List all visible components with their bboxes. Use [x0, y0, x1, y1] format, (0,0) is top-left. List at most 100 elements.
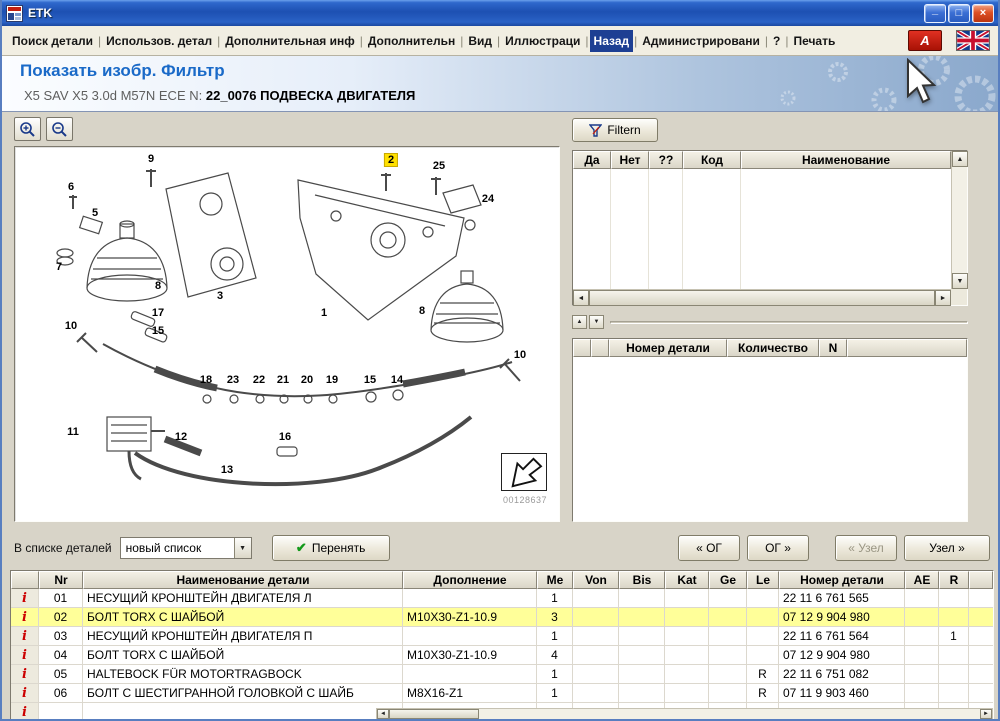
column-header-10[interactable]: Номер детали — [779, 571, 905, 589]
apply-button[interactable]: ✔ Перенять — [272, 535, 390, 561]
column-header-7[interactable]: Kat — [665, 571, 709, 589]
column-header-1[interactable]: Нет — [611, 151, 649, 169]
filter-table-vscroll[interactable]: ▲ ▼ — [951, 151, 967, 289]
red-catalog-icon[interactable]: A — [908, 30, 942, 51]
diagram-callout-23[interactable]: 23 — [227, 374, 239, 386]
diagram-callout-2[interactable]: 2 — [384, 153, 398, 167]
diagram-callout-17[interactable]: 17 — [152, 307, 164, 319]
diagram-callout-22[interactable]: 22 — [253, 374, 265, 386]
parts-table-hscroll[interactable]: ◄ ► — [376, 708, 993, 720]
column-header-3[interactable]: Дополнение — [403, 571, 537, 589]
column-header-8[interactable]: Ge — [709, 571, 747, 589]
column-header-2[interactable]: ?? — [649, 151, 683, 169]
menu-item-10[interactable]: Печать — [789, 30, 839, 52]
diagram-callout-12[interactable]: 12 — [175, 431, 187, 443]
menu-item-4[interactable]: Дополнительн — [364, 30, 459, 52]
parts-row-03[interactable]: i03НЕСУЩИЙ КРОНШТЕЙН ДВИГАТЕЛЯ П122 11 6… — [11, 627, 993, 646]
splitter-up-icon[interactable]: ▲ — [572, 315, 587, 329]
splitter-groove[interactable] — [610, 321, 968, 324]
diagram-callout-9[interactable]: 9 — [148, 153, 154, 165]
scroll-right-icon[interactable]: ► — [935, 290, 951, 306]
menu-item-3[interactable]: Дополнительная инф — [221, 30, 359, 52]
filtern-button[interactable]: Filtern — [572, 118, 658, 142]
panel-splitter[interactable]: ▲ ▼ — [572, 312, 968, 332]
diagram-callout-18[interactable]: 18 — [200, 374, 212, 386]
info-icon[interactable]: i — [11, 665, 39, 683]
diagram-callout-25[interactable]: 25 — [433, 160, 445, 172]
dropdown-arrow-icon[interactable]: ▼ — [234, 538, 251, 558]
minimize-button[interactable]: _ — [924, 4, 946, 23]
title-bar[interactable]: ETK _ □ × — [2, 0, 998, 26]
diagram-callout-15[interactable]: 15 — [364, 374, 376, 386]
diagram-callout-20[interactable]: 20 — [301, 374, 313, 386]
diagram-callout-21[interactable]: 21 — [277, 374, 289, 386]
column-header-11[interactable]: AE — [905, 571, 939, 589]
scroll-left-icon[interactable]: ◄ — [377, 709, 389, 719]
scroll-up-icon[interactable]: ▲ — [952, 151, 968, 167]
node-prev-button[interactable]: « Узел — [835, 535, 897, 561]
selected-parts-table-body[interactable] — [573, 357, 967, 521]
diagram-callout-19[interactable]: 19 — [326, 374, 338, 386]
column-header-0[interactable] — [11, 571, 39, 589]
hscroll-thumb[interactable] — [389, 709, 479, 719]
diagram-callout-13[interactable]: 13 — [221, 464, 233, 476]
diagram-callout-5[interactable]: 5 — [92, 207, 98, 219]
parts-row-01[interactable]: i01НЕСУЩИЙ КРОНШТЕЙН ДВИГАТЕЛЯ Л122 11 6… — [11, 589, 993, 608]
node-next-button[interactable]: Узел » — [904, 535, 990, 561]
column-header-6[interactable]: Bis — [619, 571, 665, 589]
column-header-4[interactable]: Me — [537, 571, 573, 589]
diagram-callout-16[interactable]: 16 — [279, 431, 291, 443]
uk-flag-icon[interactable] — [956, 30, 990, 51]
column-header-0[interactable]: Да — [573, 151, 611, 169]
diagram-callout-1[interactable]: 1 — [321, 307, 327, 319]
diagram-callout-15[interactable]: 15 — [152, 325, 164, 337]
close-button[interactable]: × — [972, 4, 994, 23]
diagram-callout-8[interactable]: 8 — [155, 280, 161, 292]
zoom-out-button[interactable] — [46, 117, 73, 141]
info-icon[interactable]: i — [11, 608, 39, 626]
scroll-right-icon[interactable]: ► — [980, 709, 992, 719]
menu-item-5[interactable]: Вид — [464, 30, 496, 52]
diagram-callout-14[interactable]: 14 — [391, 374, 403, 386]
column-header-0[interactable] — [573, 339, 591, 357]
hscroll-track[interactable] — [479, 709, 980, 719]
menu-item-9[interactable]: ? — [769, 30, 784, 52]
og-prev-button[interactable]: « ОГ — [678, 535, 740, 561]
diagram-callout-24[interactable]: 24 — [482, 193, 494, 205]
column-header-5[interactable]: Von — [573, 571, 619, 589]
diagram-callout-7[interactable]: 7 — [56, 261, 62, 273]
menu-item-2[interactable]: Использов. детал — [102, 30, 216, 52]
column-header-3[interactable]: Количество — [727, 339, 819, 357]
info-icon[interactable]: i — [11, 589, 39, 607]
parts-row-05[interactable]: i05HALTEBOCK FÜR MOTORTRAGBOCK1R22 11 6 … — [11, 665, 993, 684]
info-icon[interactable]: i — [11, 646, 39, 664]
column-header-2[interactable]: Наименование детали — [83, 571, 403, 589]
diagram-callout-6[interactable]: 6 — [68, 181, 74, 193]
column-header-1[interactable] — [591, 339, 609, 357]
list-select[interactable]: новый список ▼ — [120, 537, 252, 559]
maximize-button[interactable]: □ — [948, 4, 970, 23]
column-header-3[interactable]: Код — [683, 151, 741, 169]
info-icon[interactable]: i — [11, 703, 39, 721]
menu-item-1[interactable]: Поиск детали — [8, 30, 97, 52]
diagram-callout-3[interactable]: 3 — [217, 290, 223, 302]
info-icon[interactable]: i — [11, 627, 39, 645]
column-header-9[interactable]: Le — [747, 571, 779, 589]
diagram-panel[interactable]: 9657832252418171510101823222120191514111… — [14, 146, 560, 522]
filter-table-hscroll[interactable]: ◄ ► — [573, 289, 951, 305]
column-header-4[interactable]: Наименование — [741, 151, 951, 169]
scroll-left-icon[interactable]: ◄ — [573, 290, 589, 306]
diagram-callout-8[interactable]: 8 — [419, 305, 425, 317]
scroll-down-icon[interactable]: ▼ — [952, 273, 968, 289]
info-icon[interactable]: i — [11, 684, 39, 702]
parts-row-04[interactable]: i04БОЛТ TORX С ШАЙБОЙM10X30-Z1-10.9407 1… — [11, 646, 993, 665]
diagram-callout-11[interactable]: 11 — [67, 426, 79, 438]
menu-item-8[interactable]: Администрировани — [638, 30, 764, 52]
column-header-4[interactable]: N — [819, 339, 847, 357]
filter-table-body[interactable] — [573, 169, 951, 289]
splitter-down-icon[interactable]: ▼ — [589, 315, 604, 329]
column-header-1[interactable]: Nr — [39, 571, 83, 589]
diagram-callout-10[interactable]: 10 — [65, 320, 77, 332]
og-next-button[interactable]: ОГ » — [747, 535, 809, 561]
column-header-2[interactable]: Номер детали — [609, 339, 727, 357]
